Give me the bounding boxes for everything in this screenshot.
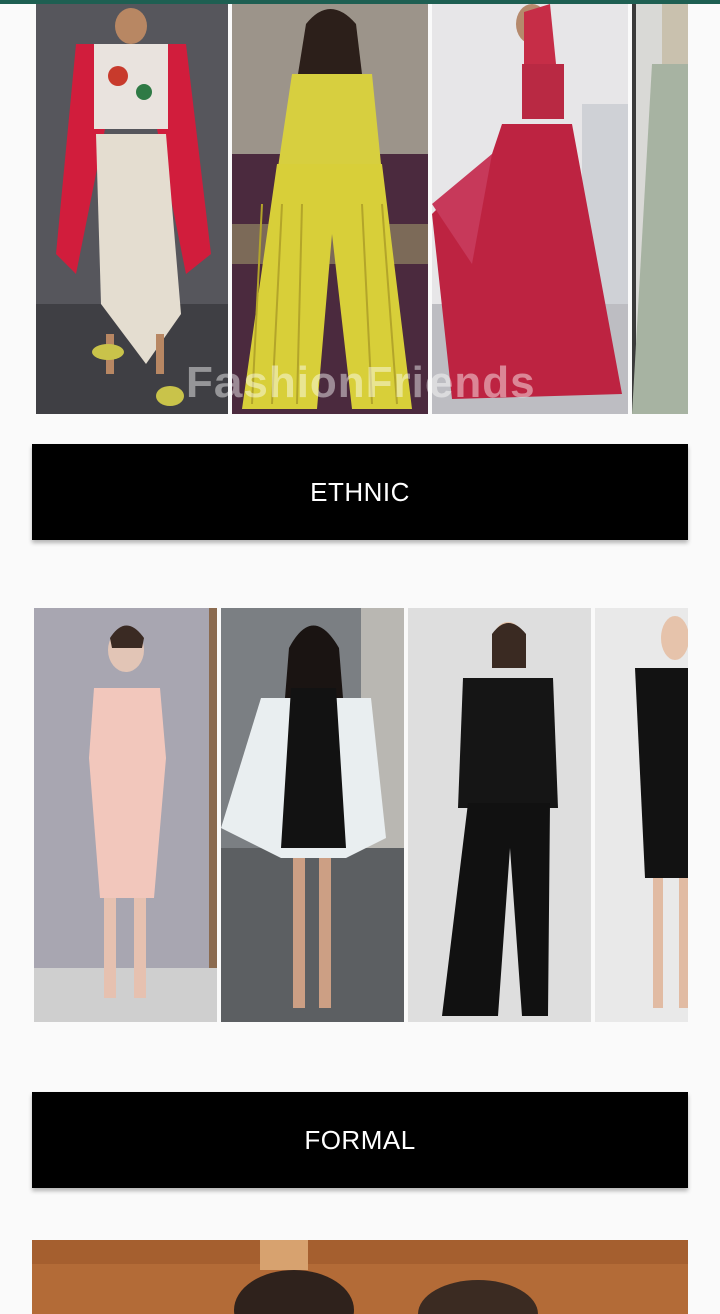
- formal-category-button[interactable]: FORMAL: [32, 1092, 688, 1188]
- formal-photo-3[interactable]: [408, 608, 591, 1022]
- ethnic-image-carousel[interactable]: FashionFriends FashionFriends: [32, 4, 688, 414]
- next-category-photo[interactable]: [32, 1240, 688, 1314]
- formal-image-carousel[interactable]: [32, 608, 688, 1022]
- ethnic-photo-3[interactable]: FashionFriends: [432, 4, 628, 414]
- next-category-image[interactable]: [32, 1240, 688, 1314]
- ethnic-photo-2[interactable]: FashionFriends: [232, 4, 428, 414]
- formal-photo-2[interactable]: [221, 608, 404, 1022]
- formal-photo-1[interactable]: [34, 608, 217, 1022]
- formal-photo-4[interactable]: [595, 608, 688, 1022]
- ethnic-category-button[interactable]: ETHNIC: [32, 444, 688, 540]
- screen: FashionFriends FashionFriends: [0, 0, 720, 1314]
- ethnic-photo-1[interactable]: FashionFriends: [36, 4, 228, 414]
- ethnic-photo-4[interactable]: [632, 4, 688, 414]
